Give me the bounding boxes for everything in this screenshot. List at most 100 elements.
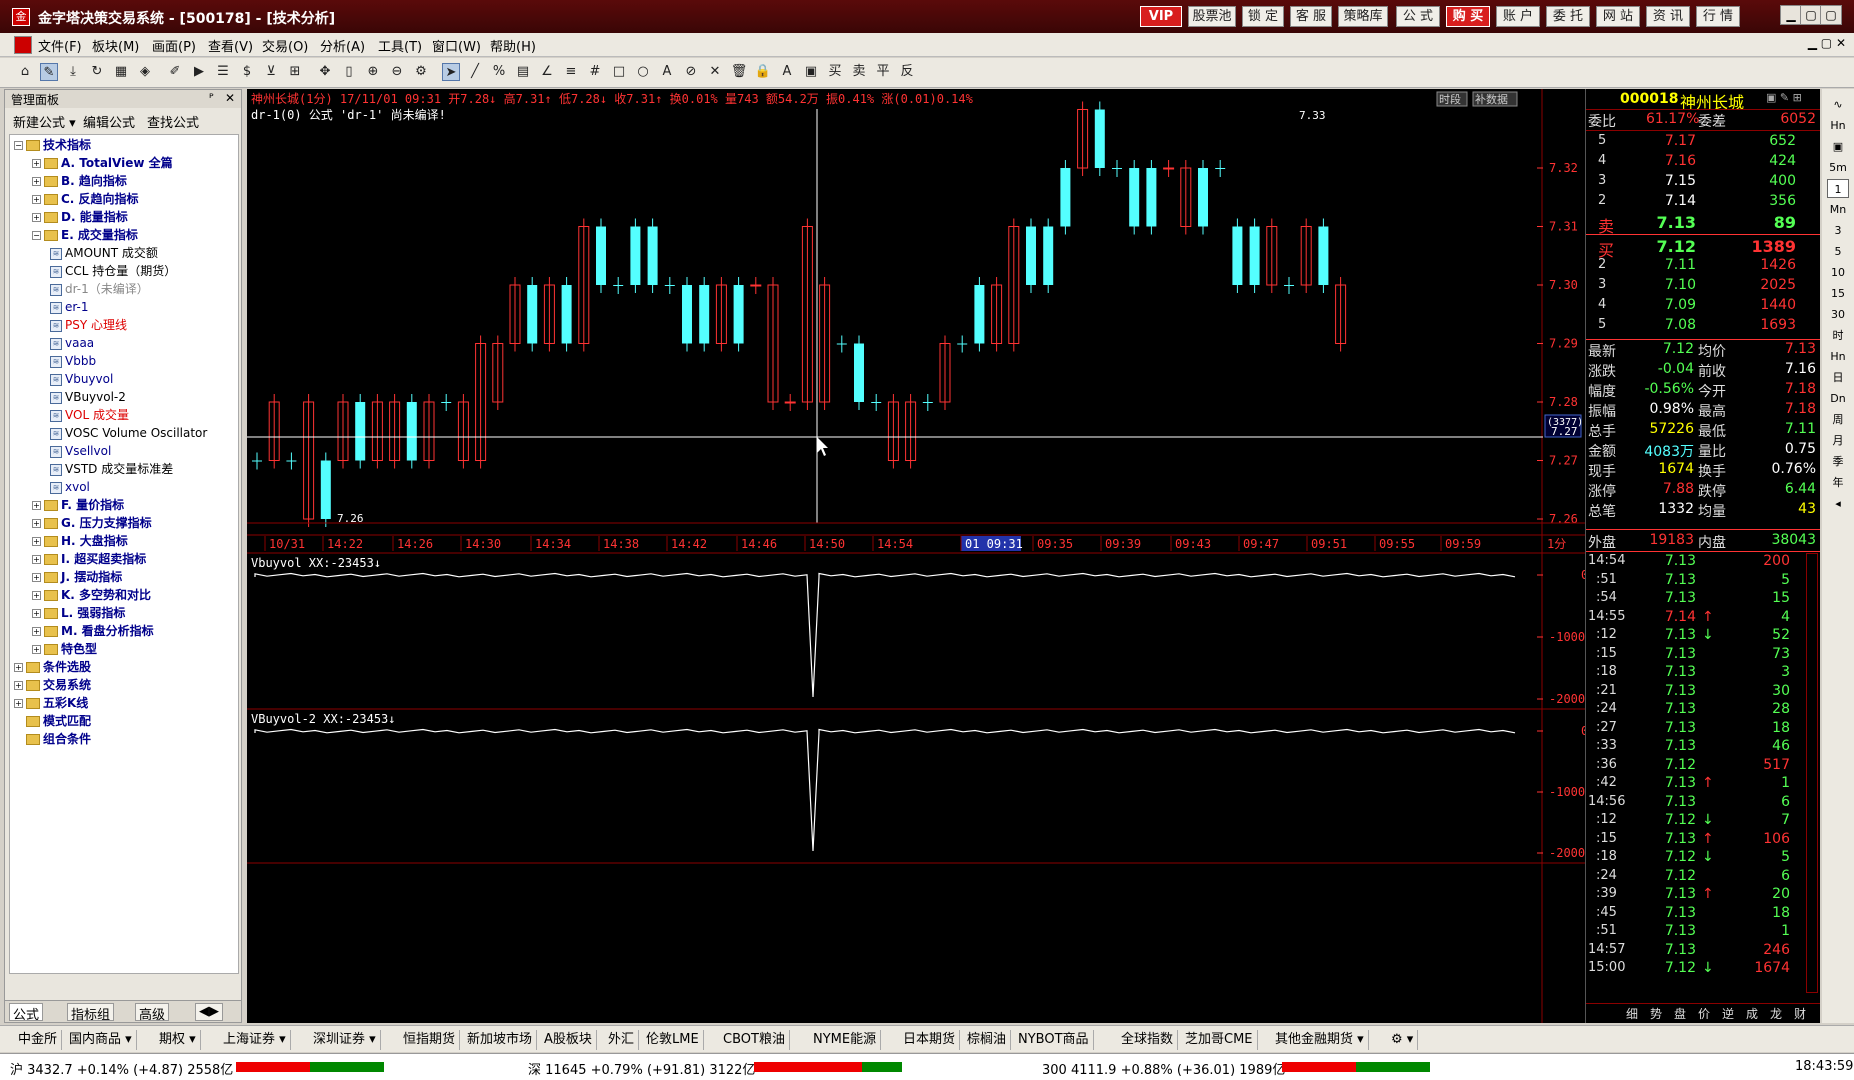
formula-menu-item-0[interactable]: 新建公式 ▾ <box>13 112 76 131</box>
period-button-8[interactable]: 10 <box>1827 263 1849 282</box>
period-button-3[interactable]: 5m <box>1827 158 1849 177</box>
bar-icon[interactable]: ▯ <box>340 63 358 81</box>
tree-folder[interactable]: + 条件选股 <box>14 658 91 676</box>
expand-icon[interactable]: + <box>32 177 41 186</box>
minimize-icon[interactable]: ▁ <box>1780 5 1802 25</box>
period-button-15[interactable]: 周 <box>1827 410 1849 429</box>
dollar-icon[interactable]: $ <box>238 63 256 81</box>
menu-item-3[interactable]: 查看(V) <box>208 36 253 55</box>
zoom-out-icon[interactable]: ⊖ <box>388 63 406 81</box>
period-button-12[interactable]: Hn <box>1827 347 1849 366</box>
quote-tab-3[interactable]: 价 <box>1698 1005 1710 1022</box>
rect-icon[interactable]: □ <box>610 63 628 81</box>
tree-folder[interactable]: + L. 强弱指标 <box>32 604 125 622</box>
quote-tab-0[interactable]: 细 <box>1626 1005 1638 1022</box>
diamond-icon[interactable]: ◈ <box>136 63 154 81</box>
expand-icon[interactable]: + <box>32 195 41 204</box>
panel-tab-1[interactable]: 指标组 <box>67 1003 115 1023</box>
menu-item-4[interactable]: 交易(O) <box>262 36 308 55</box>
expand-icon[interactable]: + <box>32 501 41 510</box>
period-button-11[interactable]: 时 <box>1827 326 1849 345</box>
expand-icon[interactable]: + <box>32 159 41 168</box>
period-button-2[interactable]: ▣ <box>1827 137 1849 156</box>
tree-folder[interactable]: 组合条件 <box>14 730 91 748</box>
period-button-9[interactable]: 15 <box>1827 284 1849 303</box>
grid-icon[interactable]: ▦ <box>112 63 130 81</box>
menu-item-0[interactable]: 文件(F) <box>38 36 82 55</box>
period-button-14[interactable]: Dn <box>1827 389 1849 408</box>
tree-formula[interactable]: ≋ PSY 心理线 <box>50 316 127 334</box>
panel-tab-0[interactable]: 公式 <box>9 1003 44 1023</box>
quote-tools-icon[interactable]: ▣ ✎ ⊞ <box>1766 91 1802 104</box>
maximize-icon[interactable]: ▢ <box>1800 5 1822 25</box>
tree-formula[interactable]: ≋ Vbuyvol <box>50 370 113 388</box>
tree-formula[interactable]: ≋ CCL 持仓量（期货） <box>50 262 176 280</box>
tree-folder[interactable]: + K. 多空势和对比 <box>32 586 151 604</box>
tree-folder[interactable]: + F. 量价指标 <box>32 496 124 514</box>
top-button-9[interactable]: 网 站 <box>1596 6 1640 27</box>
market-tab-10[interactable]: CBOT粮油 <box>719 1030 790 1050</box>
pen-icon[interactable]: ✎ <box>40 63 58 81</box>
formula-menu-item-1[interactable]: 编辑公式 <box>83 112 135 131</box>
market-tab-15[interactable]: 全球指数 <box>1117 1030 1179 1050</box>
period-button-19[interactable]: ◂ <box>1827 494 1849 513</box>
tree-folder[interactable]: + C. 反趋向指标 <box>32 190 139 208</box>
tree-folder[interactable]: + I. 超买超卖指标 <box>32 550 146 568</box>
expand-icon[interactable]: + <box>14 681 23 690</box>
tree-folder[interactable]: + 特色型 <box>32 640 97 658</box>
menu-item-1[interactable]: 板块(M) <box>92 36 139 55</box>
download-icon[interactable]: ⤓ <box>64 63 82 81</box>
tree-folder[interactable]: 模式匹配 <box>14 712 91 730</box>
tree-formula[interactable]: ≋ Vbbb <box>50 352 96 370</box>
delete-icon[interactable]: ✕ <box>706 63 724 81</box>
expand-icon[interactable]: + <box>14 699 23 708</box>
close-icon[interactable]: ✕ <box>225 91 235 105</box>
zoom-in-icon[interactable]: ⊕ <box>364 63 382 81</box>
menu-item-7[interactable]: 窗口(W) <box>432 36 481 55</box>
expand-icon[interactable]: + <box>32 573 41 582</box>
tree-formula[interactable]: ≋ er-1 <box>50 298 89 316</box>
save-icon[interactable]: ▣ <box>802 63 820 81</box>
market-tab-5[interactable]: 恒指期货 <box>399 1030 461 1050</box>
tree-formula[interactable]: ≋ VBuyvol-2 <box>50 388 126 406</box>
period-button-16[interactable]: 月 <box>1827 431 1849 450</box>
market-tab-16[interactable]: 芝加哥CME <box>1181 1030 1258 1050</box>
play-icon[interactable]: ▶ <box>190 63 208 81</box>
top-button-8[interactable]: 委 托 <box>1546 6 1590 27</box>
expand-icon[interactable]: + <box>32 555 41 564</box>
expand-icon[interactable]: + <box>32 609 41 618</box>
market-tab-8[interactable]: 外汇 <box>604 1030 640 1050</box>
sell-icon[interactable]: 卖 <box>850 63 868 81</box>
tree-formula[interactable]: ≋ dr-1（未编译） <box>50 280 149 298</box>
market-tab-14[interactable]: NYBOT商品 <box>1014 1030 1094 1050</box>
expand-icon[interactable]: + <box>32 627 41 636</box>
pin-icon[interactable]: ᴾ <box>209 91 214 105</box>
calc-icon[interactable]: ⊞ <box>286 63 304 81</box>
fib-icon[interactable]: ≡ <box>562 63 580 81</box>
edit-icon[interactable]: ✐ <box>166 63 184 81</box>
tree-folder[interactable]: + H. 大盘指标 <box>32 532 128 550</box>
market-tab-4[interactable]: 深圳证券 ▾ <box>309 1030 381 1050</box>
tree-formula[interactable]: ≋ Vsellvol <box>50 442 111 460</box>
tree-folder[interactable]: + D. 能量指标 <box>32 208 128 226</box>
menu-item-5[interactable]: 分析(A) <box>320 36 365 55</box>
quote-tab-5[interactable]: 成 <box>1746 1005 1758 1022</box>
top-button-5[interactable]: 公 式 <box>1396 6 1440 27</box>
tree-folder[interactable]: − E. 成交量指标 <box>32 226 138 244</box>
flat-icon[interactable]: 平 <box>874 63 892 81</box>
top-button-2[interactable]: 锁 定 <box>1242 6 1284 27</box>
top-button-11[interactable]: 行 情 <box>1696 6 1740 27</box>
chart-area[interactable]: 神州长城(1分) 17/11/01 09:31 开7.28↓ 高7.31↑ 低7… <box>247 89 1585 1023</box>
reverse-icon[interactable]: 反 <box>898 63 916 81</box>
market-tab-17[interactable]: 其他金融期货 ▾ <box>1271 1030 1369 1050</box>
expand-icon[interactable]: + <box>32 645 41 654</box>
tree-formula[interactable]: ≋ VSTD 成交量标准差 <box>50 460 173 478</box>
expand-icon[interactable]: + <box>32 213 41 222</box>
quote-tab-1[interactable]: 势 <box>1650 1005 1662 1022</box>
menu-item-2[interactable]: 画面(P) <box>152 36 196 55</box>
move-icon[interactable]: ✥ <box>316 63 334 81</box>
market-tab-18[interactable]: ⚙ ▾ <box>1387 1030 1419 1050</box>
tree-folder[interactable]: + 五彩K线 <box>14 694 88 712</box>
period-button-18[interactable]: 年 <box>1827 473 1849 492</box>
period-button-1[interactable]: Hn <box>1827 116 1849 135</box>
